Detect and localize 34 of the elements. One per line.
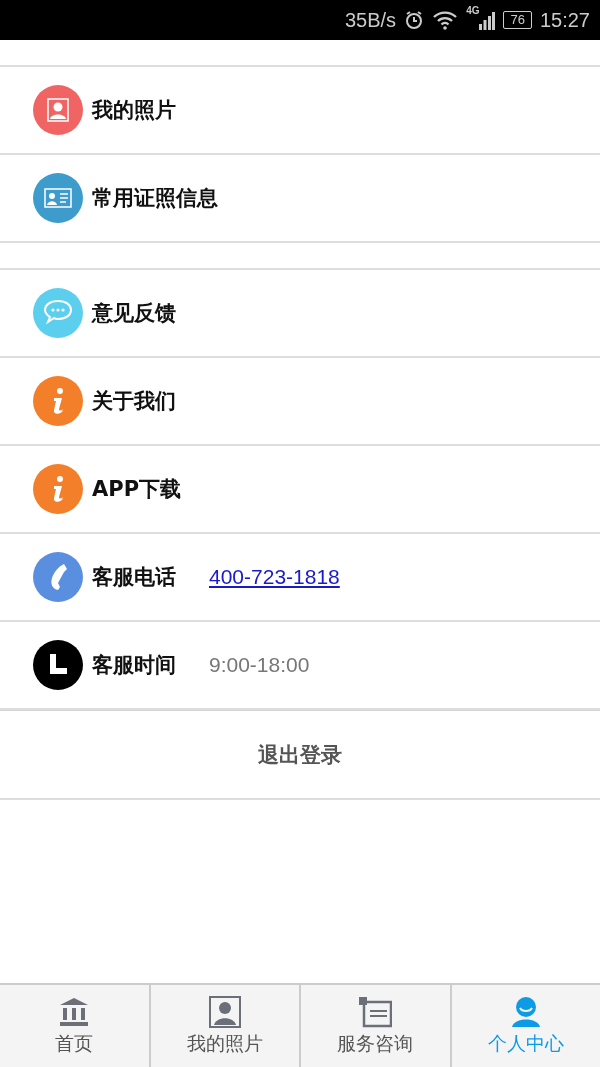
menu-label: 客服电话 — [92, 564, 177, 591]
menu-item[interactable]: 常用证照信息 — [0, 155, 600, 243]
network-type: 4G — [466, 5, 480, 16]
menu-label: 客服时间 — [92, 652, 177, 679]
menu-item[interactable]: 我的照片 — [0, 67, 600, 155]
wifi-icon — [432, 10, 459, 30]
board-icon — [358, 995, 393, 1028]
clock-icon — [33, 640, 83, 690]
portrait-icon — [207, 995, 242, 1028]
menu-label: APP下载 — [92, 476, 183, 503]
menu-label: 常用证照信息 — [92, 185, 218, 212]
chat-icon — [33, 288, 83, 338]
info-icon — [33, 376, 83, 426]
menu-item[interactable]: 意见反馈 — [0, 270, 600, 358]
clock-time: 15:27 — [539, 8, 590, 32]
battery-indicator: 76 — [503, 11, 532, 29]
menu-label: 意见反馈 — [92, 300, 177, 327]
phone-link[interactable]: 400-723-1818 — [209, 565, 340, 589]
portrait-icon — [33, 85, 83, 135]
signal-icon — [479, 10, 496, 30]
info-icon — [33, 464, 83, 514]
tab[interactable]: 服务咨询 — [299, 985, 450, 1067]
phone-icon — [33, 552, 83, 602]
service-hours: 9:00-18:00 — [209, 653, 310, 677]
menu-item[interactable]: 客服电话 400-723-1818 — [0, 534, 600, 622]
menu-label: 我的照片 — [92, 97, 177, 124]
tab[interactable]: 我的照片 — [148, 985, 299, 1067]
menu-item[interactable]: APP下载 — [0, 446, 600, 534]
tab[interactable]: 首页 — [0, 985, 149, 1067]
menu-item[interactable]: 关于我们 — [0, 358, 600, 446]
alarm-icon — [404, 10, 425, 30]
network-speed: 35B/s — [344, 8, 397, 32]
id-card-icon — [33, 173, 83, 223]
menu-label: 关于我们 — [92, 388, 177, 415]
